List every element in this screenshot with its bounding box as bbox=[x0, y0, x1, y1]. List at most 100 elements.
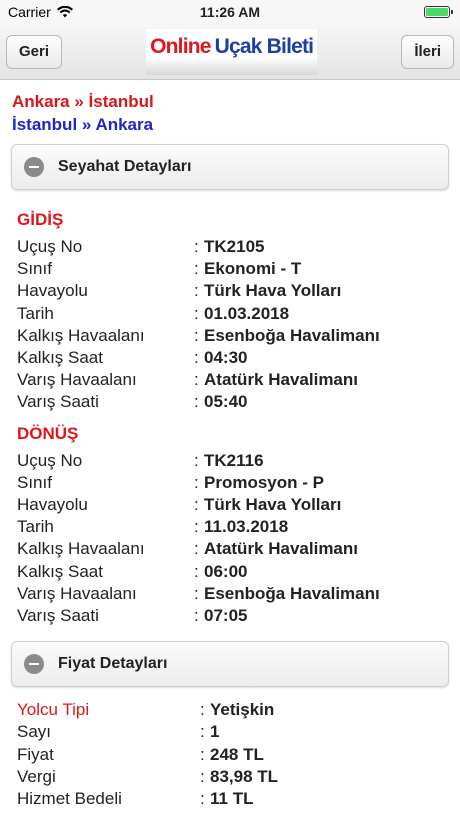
logo-text-online: Online bbox=[150, 34, 211, 58]
detail-row: Havayolu: Türk Hava Yolları bbox=[17, 280, 443, 302]
detail-value: Atatürk Havalimanı bbox=[204, 370, 358, 390]
price-separator: : bbox=[200, 744, 205, 764]
detail-separator: : bbox=[194, 303, 199, 323]
detail-label: Varış Saati bbox=[17, 606, 99, 626]
detail-separator: : bbox=[194, 495, 199, 515]
return-title: DÖNÜŞ bbox=[17, 423, 79, 443]
price-details-title: Fiyat Detayları bbox=[58, 655, 168, 673]
logo-text-ucak-bileti: Uçak Bileti bbox=[214, 34, 314, 58]
price-label: Fiyat bbox=[17, 744, 54, 764]
return-details: Uçuş No: TK2116 Sınıf: Promosyon - P Havay… bbox=[0, 450, 460, 628]
minus-circle-icon bbox=[24, 157, 44, 177]
detail-value: 11.03.2018 bbox=[204, 517, 289, 537]
nav-bar: Geri Online Uçak Bileti İleri bbox=[0, 24, 460, 80]
battery-level bbox=[426, 8, 448, 16]
detail-label: Varış Havaalanı bbox=[17, 370, 137, 390]
detail-label: Varış Havaalanı bbox=[17, 583, 137, 603]
detail-value: Promosyon - P bbox=[204, 472, 324, 492]
price-row: Vergi:83,98 TL bbox=[17, 766, 443, 788]
status-bar: Carrier bbox=[0, 0, 460, 24]
detail-separator: : bbox=[194, 259, 199, 279]
price-label: Sayı bbox=[17, 722, 52, 742]
price-row: Hizmet Bedeli:11 TL bbox=[17, 788, 443, 810]
detail-separator: : bbox=[194, 583, 199, 603]
price-label: Yolcu Tipi bbox=[17, 700, 90, 720]
price-separator: : bbox=[200, 789, 205, 809]
detail-row: Tarih:11.03.2018 bbox=[17, 516, 443, 538]
price-value: 1 bbox=[210, 722, 220, 742]
price-details-header[interactable]: Fiyat Detayları bbox=[11, 641, 449, 688]
price-label: Hizmet Bedeli bbox=[17, 789, 122, 809]
price-separator: : bbox=[200, 722, 205, 742]
forward-button[interactable]: İleri bbox=[401, 34, 454, 69]
route-outbound: Ankara » İstanbul bbox=[12, 92, 154, 111]
price-value: Yetişkin bbox=[210, 700, 275, 720]
detail-value: 06:00 bbox=[204, 561, 248, 581]
minus-circle-icon bbox=[24, 654, 44, 675]
detail-separator: : bbox=[194, 348, 199, 368]
price-value: 83,98 TL bbox=[210, 766, 279, 786]
detail-row: Varış Saati:05:40 bbox=[17, 391, 443, 413]
outbound-details: Uçuş No: TK2105 Sınıf: Ekonomi - T Havayol… bbox=[0, 236, 460, 414]
detail-value: TK2105 bbox=[204, 237, 265, 256]
detail-value: Türk Hava Yolları bbox=[204, 495, 342, 515]
detail-row: Uçuş No: TK2116 bbox=[17, 450, 443, 472]
travel-details-header[interactable]: Seyahat Detayları bbox=[11, 144, 449, 190]
detail-label: Kalkış Saat bbox=[17, 561, 103, 581]
detail-row: Varış Havaalanı: Atatürk Havalimanı bbox=[17, 369, 443, 391]
detail-label: Sınıf bbox=[17, 472, 52, 492]
travel-details-title: Seyahat Detayları bbox=[58, 158, 192, 175]
detail-value: TK2116 bbox=[204, 450, 264, 470]
status-left: Carrier bbox=[8, 4, 73, 20]
detail-label: Sınıf bbox=[17, 259, 52, 279]
battery-icon bbox=[424, 6, 453, 18]
wifi-icon bbox=[56, 6, 73, 18]
detail-row: Varış Havaalanı: Esenboğa Havalimanı bbox=[17, 583, 443, 605]
detail-row: Sınıf: Ekonomi - T bbox=[17, 258, 443, 280]
detail-row: Kalkış Saat:04:30 bbox=[17, 347, 443, 369]
price-value: 11 TL bbox=[210, 789, 254, 809]
detail-label: Tarih bbox=[17, 303, 54, 323]
detail-separator: : bbox=[194, 281, 199, 301]
detail-separator: : bbox=[194, 517, 199, 537]
detail-separator: : bbox=[194, 392, 199, 412]
detail-separator: : bbox=[194, 450, 199, 470]
detail-value: Atatürk Havalimanı bbox=[204, 539, 358, 559]
detail-value: Türk Hava Yolları bbox=[204, 281, 342, 301]
detail-row: Havayolu: Türk Hava Yolları bbox=[17, 494, 443, 516]
detail-separator: : bbox=[194, 237, 199, 256]
price-separator: : bbox=[200, 766, 205, 786]
detail-separator: : bbox=[194, 561, 199, 581]
back-button[interactable]: Geri bbox=[6, 34, 63, 69]
detail-label: Havayolu bbox=[17, 495, 88, 515]
price-separator: : bbox=[200, 700, 205, 720]
detail-row: Uçuş No: TK2105 bbox=[17, 236, 443, 258]
site-logo: Online Uçak Bileti bbox=[146, 28, 318, 75]
detail-row: Tarih:01.03.2018 bbox=[17, 303, 443, 325]
detail-row: Kalkış Saat:06:00 bbox=[17, 561, 443, 583]
detail-value: 01.03.2018 bbox=[204, 303, 290, 323]
route-return: İstanbul » Ankara bbox=[12, 115, 154, 134]
detail-separator: : bbox=[194, 325, 199, 345]
detail-value: 05:40 bbox=[204, 392, 248, 412]
detail-separator: : bbox=[194, 539, 199, 559]
detail-label: Uçuş No bbox=[17, 237, 83, 256]
price-value: 248 TL bbox=[210, 744, 264, 764]
price-row: Sayı:1 bbox=[17, 721, 443, 743]
price-details: Yolcu Tipi: Yetişkin Sayı:1 Fiyat:248 TL … bbox=[0, 687, 460, 810]
detail-row: Sınıf: Promosyon - P bbox=[17, 472, 443, 494]
detail-label: Varış Saati bbox=[17, 392, 99, 412]
detail-value: 07:05 bbox=[204, 606, 248, 626]
detail-label: Tarih bbox=[17, 517, 54, 537]
route-summary: Ankara » İstanbul İstanbul » Ankara bbox=[0, 80, 460, 136]
detail-value: Esenboğa Havalimanı bbox=[204, 583, 380, 603]
detail-value: Esenboğa Havalimanı bbox=[204, 325, 380, 345]
detail-row: Kalkış Havaalanı: Atatürk Havalimanı bbox=[17, 538, 443, 560]
detail-label: Kalkış Havaalanı bbox=[17, 539, 145, 559]
detail-separator: : bbox=[194, 606, 199, 626]
detail-value: 04:30 bbox=[204, 348, 248, 368]
price-label: Vergi bbox=[17, 766, 56, 786]
price-row: Fiyat:248 TL bbox=[17, 744, 443, 766]
detail-separator: : bbox=[194, 370, 199, 390]
detail-label: Kalkış Havaalanı bbox=[17, 325, 145, 345]
